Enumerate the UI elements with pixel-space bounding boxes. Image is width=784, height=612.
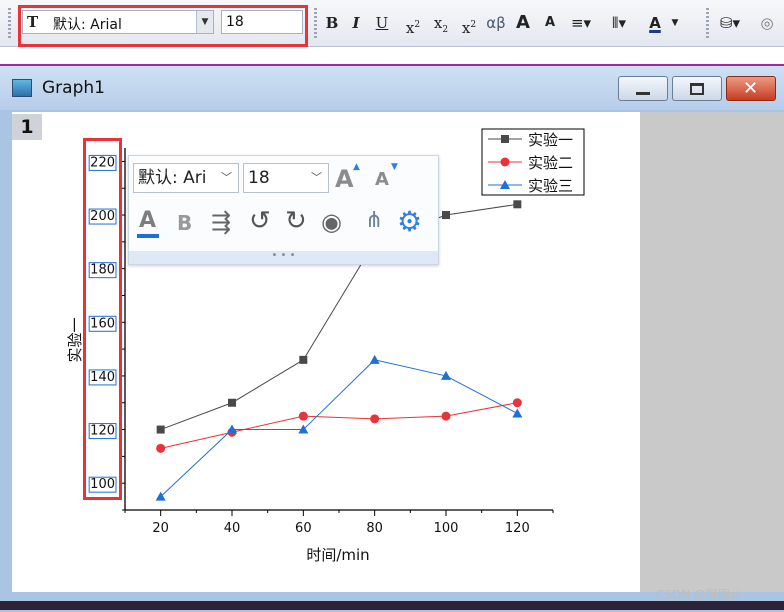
highlight-box-ticks: [83, 138, 122, 500]
mini-increase-arrow-icon: ▲: [353, 162, 360, 172]
mini-toolbar: 默认: Ari ﹀ 18 ﹀ A ▲ A ▼ A B ⇶ ↺ ↻ ◉ ⋔ ⚙ •…: [128, 155, 439, 265]
mini-wrap-icon[interactable]: ⇶: [211, 208, 231, 236]
series-0-point-2[interactable]: [299, 355, 308, 364]
x-tick-label-1[interactable]: 40: [224, 521, 241, 536]
series-0-point-4[interactable]: [442, 211, 450, 220]
mini-rotate-left-icon[interactable]: ↺: [249, 206, 271, 236]
mini-decrease-arrow-icon: ▼: [391, 162, 398, 172]
y-axis-label[interactable]: 实验一: [66, 317, 84, 362]
mini-bold-button[interactable]: B: [177, 211, 192, 235]
x-tick-label-3[interactable]: 80: [366, 521, 383, 536]
legend-marker-1[interactable]: [500, 157, 510, 167]
x-axis-label[interactable]: 时间/min: [306, 546, 369, 564]
legend-marker-0[interactable]: [501, 135, 509, 143]
legend-label-2[interactable]: 实验三: [528, 177, 573, 195]
series-1-point-0[interactable]: [156, 443, 166, 453]
series-1-point-2[interactable]: [298, 411, 308, 421]
mini-font-value: 默认: Ari: [138, 168, 207, 188]
taskbar-strip: [0, 601, 784, 610]
series-1-point-3[interactable]: [370, 414, 380, 424]
mini-toolbar-handle[interactable]: • • •: [129, 251, 438, 264]
legend-label-0[interactable]: 实验一: [528, 131, 573, 149]
mini-font-dropdown-icon[interactable]: ﹀: [221, 164, 232, 192]
x-tick-label-0[interactable]: 20: [152, 521, 169, 536]
legend-label-1[interactable]: 实验二: [528, 154, 573, 172]
series-1-point-5[interactable]: [512, 398, 522, 408]
x-tick-label-4[interactable]: 100: [434, 521, 459, 536]
x-tick-label-5[interactable]: 120: [505, 521, 530, 536]
series-2-point-5[interactable]: [512, 408, 523, 418]
mini-share-icon[interactable]: ⋔: [365, 208, 383, 233]
series-0-point-1[interactable]: [228, 398, 236, 407]
series-0-point-5[interactable]: [513, 200, 522, 209]
mini-settings-gear-icon[interactable]: ⚙: [397, 205, 422, 238]
mini-font-color-button[interactable]: A: [139, 208, 156, 233]
mini-size-value: 18: [248, 168, 270, 188]
mini-font-select[interactable]: 默认: Ari ﹀: [133, 163, 239, 193]
mini-rotate-right-icon[interactable]: ↻: [285, 206, 307, 236]
mini-decrease-font-button[interactable]: A: [375, 169, 389, 190]
mini-size-select[interactable]: 18 ﹀: [243, 163, 329, 193]
series-line-2[interactable]: [160, 359, 518, 497]
mini-increase-font-button[interactable]: A: [335, 165, 354, 193]
mini-font-color-bar: [137, 234, 159, 238]
mini-hide-icon[interactable]: ◉: [321, 208, 342, 236]
mini-size-dropdown-icon[interactable]: ﹀: [311, 164, 322, 192]
series-0-point-0[interactable]: [156, 425, 165, 434]
series-2-point-3[interactable]: [369, 354, 380, 364]
x-tick-label-2[interactable]: 60: [295, 521, 312, 536]
series-1-point-4[interactable]: [441, 411, 451, 421]
